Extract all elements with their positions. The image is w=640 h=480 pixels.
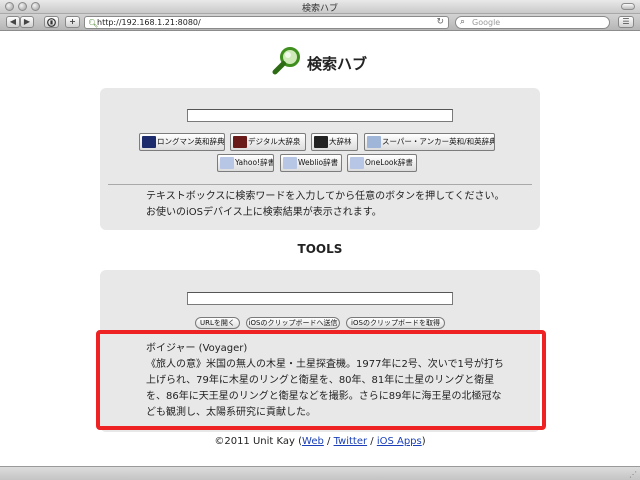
longman-icon (142, 136, 156, 148)
status-bar: ⋰ (0, 466, 640, 480)
weblio-dictionary-button[interactable]: Weblio辞書 (280, 154, 342, 172)
longman-dictionary-button[interactable]: ロングマン英和辞典 (139, 133, 225, 151)
page-title: 検索ハブ (307, 55, 368, 73)
onelook-icon (350, 157, 364, 169)
window-titlebar: 検索ハブ (0, 0, 640, 14)
address-bar[interactable]: 🔍︎ http://192.168.1.21:8080/ ↻ (84, 16, 449, 29)
footer-separator: / (367, 436, 377, 447)
open-url-button[interactable]: URLを開く (195, 317, 240, 329)
footer-separator: / (323, 436, 334, 447)
browser-toolbar: ◀ ▶ + 🔍︎ http://192.168.1.21:8080/ ↻ ⌕ G… (0, 14, 640, 31)
copyright-text: ©2011 Unit Kay ( (214, 436, 303, 447)
reload-icon[interactable]: ↻ (436, 17, 444, 28)
send-to-clipboard-button[interactable]: iOSのクリップボードへ送信 (246, 317, 340, 329)
window-title: 検索ハブ (301, 4, 338, 14)
super-anchor-dictionary-button[interactable]: スーパー・アンカー英和/和英辞典 (364, 133, 495, 151)
web-link[interactable]: Web (302, 436, 324, 447)
daijisen-icon (233, 136, 247, 148)
onelook-dictionary-button[interactable]: OneLook辞書 (347, 154, 417, 172)
bookmarks-menu-button[interactable]: ☰ (618, 16, 634, 28)
tools-input[interactable] (187, 292, 453, 305)
add-bookmark-button[interactable]: + (65, 16, 80, 28)
get-clipboard-button[interactable]: iOSのクリップボードを取得 (346, 317, 445, 329)
menu-icon: ☰ (622, 17, 630, 26)
twitter-link[interactable]: Twitter (334, 436, 368, 447)
search-placeholder: Google (472, 18, 501, 27)
bookmark-button[interactable] (44, 16, 59, 28)
ios-apps-link[interactable]: iOS Apps (377, 436, 422, 447)
search-icon: ⌕ (460, 17, 466, 27)
digital-daijisen-button[interactable]: デジタル大辞泉 (230, 133, 306, 151)
daijirin-button[interactable]: 大辞林 (311, 133, 358, 151)
search-field[interactable]: ⌕ Google (455, 16, 610, 29)
bookmark-icon (47, 18, 56, 27)
search-word-input[interactable] (187, 109, 453, 122)
site-header: 検索ハブ (0, 44, 640, 78)
weblio-icon (283, 157, 297, 169)
super-anchor-icon (367, 136, 381, 148)
back-button[interactable]: ◀ (6, 16, 20, 28)
yahoo-icon (220, 157, 234, 169)
footer: ©2011 Unit Kay (Web / Twitter / iOS Apps… (0, 436, 640, 447)
toolbar-toggle-button[interactable] (621, 3, 635, 10)
site-icon: 🔍︎ (88, 19, 99, 28)
daijirin-icon (314, 136, 328, 148)
result-text: ボイジャー (Voyager) 《旅人の意》米国の無人の木星・土星探査機。197… (146, 343, 504, 418)
divider (108, 184, 532, 185)
tools-panel: URLを開く iOSのクリップボードへ送信 iOSのクリップボードを取得 ボイジ… (100, 270, 540, 432)
magnifier-logo-icon (272, 47, 300, 75)
forward-button[interactable]: ▶ (20, 16, 34, 28)
plus-icon: + (69, 17, 76, 26)
tools-heading: TOOLS (297, 242, 343, 256)
back-icon: ◀ (9, 17, 17, 26)
yahoo-dictionary-button[interactable]: Yahoo!辞書 (217, 154, 274, 172)
help-text: テキストボックスに検索ワードを入力してから任意のボタンを押してください。お使いの… (146, 191, 505, 218)
search-panel: ロングマン英和辞典 デジタル大辞泉 大辞林 スーパー・アンカー英和/和英辞典 Y… (100, 88, 540, 230)
address-url: http://192.168.1.21:8080/ (97, 18, 201, 27)
forward-icon: ▶ (23, 17, 31, 26)
footer-close-paren: ) (421, 436, 426, 447)
resize-grip-icon[interactable]: ⋰ (629, 470, 637, 479)
